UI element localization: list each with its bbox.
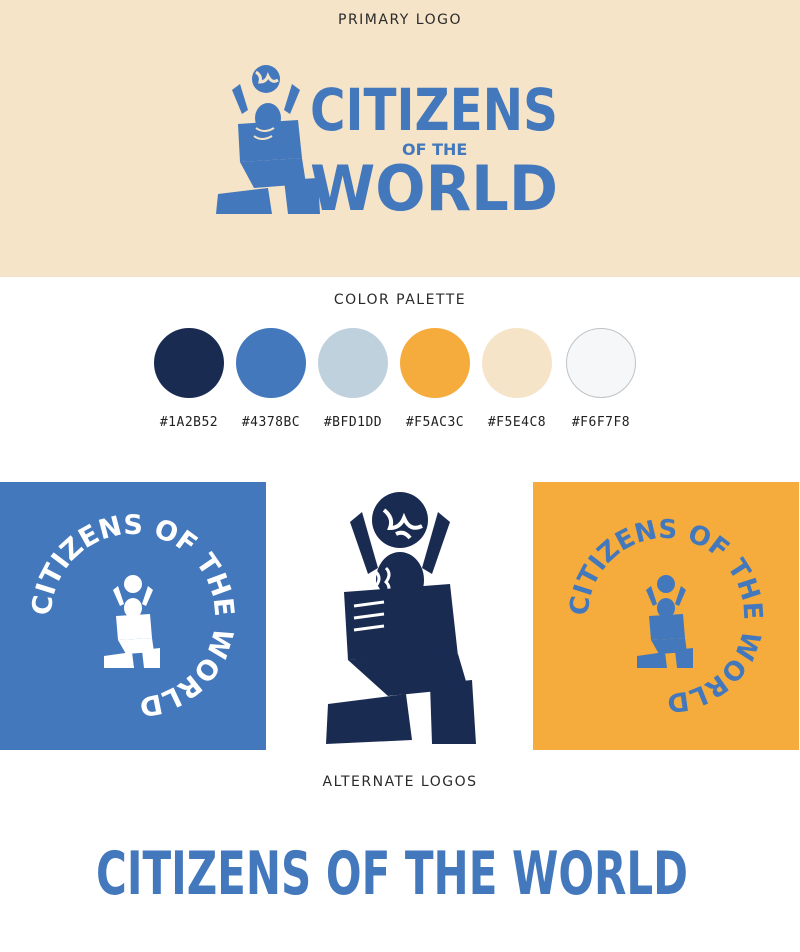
logo-line-world: WORLD	[310, 152, 558, 222]
alt-logo-figure	[326, 492, 476, 744]
swatch-navy	[154, 328, 224, 398]
swatch-blue	[236, 328, 306, 398]
circular-badge-white: CITIZENS OF THE WORLD	[27, 510, 240, 722]
hex-blue: #4378BC	[241, 415, 301, 430]
figure-mascot-icon	[216, 65, 320, 214]
alt-logo-orange-panel: CITIZENS OF THE WORLD	[533, 482, 799, 750]
swatch-off-white	[566, 328, 636, 398]
color-palette-label: COLOR PALETTE	[333, 292, 467, 308]
globe-icon	[372, 492, 428, 548]
hex-cream: #F5E4C8	[487, 415, 547, 430]
horizontal-wordmark: CITIZENS OF THE WORLD	[96, 839, 688, 906]
logo-of-the: OF THE	[402, 140, 467, 159]
hex-light-blue: #BFD1DD	[323, 415, 383, 430]
hex-orange: #F5AC3C	[405, 415, 465, 430]
primary-logo: CITIZENS WORLD OF THE	[216, 65, 558, 222]
figure-mascot-icon	[637, 575, 693, 668]
circular-badge-blue: CITIZENS OF THE WORLD	[565, 515, 768, 718]
swatch-cream	[482, 328, 552, 398]
swatch-light-blue	[318, 328, 388, 398]
alt-logo-blue-panel: CITIZENS OF THE WORLD	[0, 482, 266, 750]
hex-off-white: #F6F7F8	[571, 415, 631, 430]
wordmark-text: CITIZENS OF THE WORLD	[96, 839, 688, 906]
logo-line-citizens: CITIZENS	[310, 76, 558, 144]
swatch-orange	[400, 328, 470, 398]
hex-navy: #1A2B52	[159, 415, 219, 430]
figure-mascot-icon	[104, 575, 160, 668]
alternate-logos-label: ALTERNATE LOGOS	[322, 774, 478, 790]
primary-logo-label: PRIMARY LOGO	[338, 12, 462, 28]
